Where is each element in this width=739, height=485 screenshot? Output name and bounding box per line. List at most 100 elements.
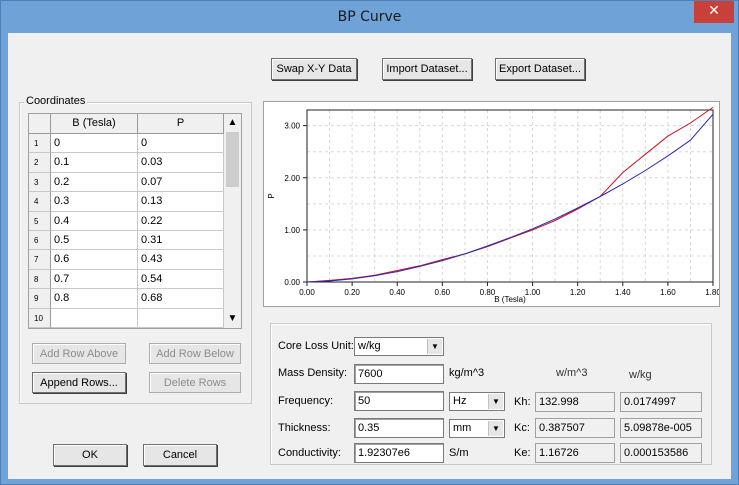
kh-wkg-value: 0.0174997: [620, 392, 702, 412]
cell-b[interactable]: 0.3: [51, 192, 138, 212]
ok-button[interactable]: OK: [53, 444, 127, 466]
bp-curve-window: BP Curve ✕ Swap X-Y Data Import Dataset.…: [0, 0, 739, 485]
cell-b[interactable]: 0.7: [51, 269, 138, 290]
conductivity-input[interactable]: 1.92307e6: [354, 443, 444, 463]
frequency-input[interactable]: 50: [354, 391, 444, 411]
cell-b[interactable]: 0.6: [51, 250, 138, 270]
column-label-wkg: w/kg: [629, 369, 652, 381]
mass-density-input[interactable]: 7600: [354, 364, 444, 384]
chevron-down-icon[interactable]: ▼: [488, 394, 503, 409]
x-tick-label: 0.00: [299, 288, 315, 297]
bp-curve-chart: 0.00 0.20 0.40 0.60 0.80 1.00 1.20 1.40 1.60 1.80…: [263, 101, 721, 307]
append-rows-button[interactable]: Append Rows...: [32, 372, 126, 393]
export-dataset-button[interactable]: Export Dataset...: [495, 58, 585, 80]
cell-b[interactable]: 0: [51, 134, 138, 154]
y-tick-label: 3.00: [284, 122, 300, 131]
x-tick-label: 1.60: [660, 288, 676, 297]
cell-b[interactable]: 0.5: [51, 231, 138, 251]
frequency-unit-value: Hz: [453, 395, 467, 407]
y-tick-label: 1.00: [284, 226, 300, 235]
x-tick-label: 0.40: [389, 288, 405, 297]
row-number[interactable]: 2: [29, 153, 51, 173]
core-loss-unit-select[interactable]: w/kg ▼: [354, 337, 444, 356]
y-tick-label: 2.00: [284, 174, 300, 183]
row-number[interactable]: 4: [29, 192, 51, 212]
cell-p[interactable]: 0.43: [138, 250, 224, 270]
dialog-client-area: Swap X-Y Data Import Dataset... Export D…: [8, 33, 731, 479]
cell-b[interactable]: 0.8: [51, 289, 138, 309]
table-scrollbar[interactable]: ▲ ▼: [224, 114, 241, 328]
ke-label: Ke:: [514, 447, 531, 459]
chevron-down-icon[interactable]: ▼: [488, 421, 503, 436]
cell-p[interactable]: [138, 308, 224, 328]
cell-p[interactable]: 0.07: [138, 172, 224, 193]
x-axis-label: B (Tesla): [494, 295, 526, 304]
cell-p[interactable]: 0.03: [138, 153, 224, 173]
chevron-down-icon[interactable]: ▼: [427, 339, 442, 354]
conductivity-label: Conductivity:: [278, 447, 341, 459]
row-number[interactable]: 9: [29, 289, 51, 309]
thickness-label: Thickness:: [278, 422, 331, 434]
kc-label: Kc:: [514, 422, 530, 434]
cancel-button[interactable]: Cancel: [143, 444, 217, 466]
cell-b[interactable]: [51, 308, 138, 328]
cell-b[interactable]: 0.4: [51, 211, 138, 231]
row-number[interactable]: 7: [29, 250, 51, 270]
conductivity-unit: S/m: [449, 447, 469, 459]
mass-density-unit: kg/m^3: [449, 367, 485, 379]
scroll-down-icon[interactable]: ▼: [224, 310, 241, 327]
cell-p[interactable]: 0.22: [138, 211, 224, 231]
window-title: BP Curve: [337, 9, 402, 25]
x-tick-label: 1.40: [615, 288, 631, 297]
add-row-below-button[interactable]: Add Row Below: [149, 343, 241, 364]
scroll-thumb[interactable]: [226, 132, 239, 187]
thickness-unit-select[interactable]: mm ▼: [449, 419, 505, 438]
x-tick-label: 1.80: [705, 288, 719, 297]
cell-b[interactable]: 0.1: [51, 153, 138, 173]
thickness-unit-value: mm: [453, 422, 472, 434]
cell-p[interactable]: 0.54: [138, 269, 224, 290]
row-number[interactable]: 3: [29, 172, 51, 193]
row-number[interactable]: 8: [29, 269, 51, 290]
scroll-up-icon[interactable]: ▲: [224, 114, 241, 131]
add-row-above-button[interactable]: Add Row Above: [32, 343, 126, 364]
y-tick-label: 0.00: [284, 278, 300, 287]
coordinates-table[interactable]: B (Tesla) P 1 0 0 2 0.1 0.03 3 0.2 0.07 4 0.3 0.13 5…: [28, 113, 242, 329]
core-loss-unit-value: w/kg: [358, 340, 381, 352]
row-number[interactable]: 6: [29, 231, 51, 251]
coordinates-group-label: Coordinates: [24, 95, 88, 107]
cell-p[interactable]: 0: [138, 134, 224, 154]
kc-wm3-value: 0.387507: [535, 418, 615, 438]
y-axis-label: P: [267, 193, 276, 198]
core-loss-unit-label: Core Loss Unit:: [278, 340, 354, 352]
row-number[interactable]: 1: [29, 134, 51, 154]
mass-density-label: Mass Density:: [278, 367, 348, 379]
x-tick-label: 1.00: [525, 288, 541, 297]
cell-b[interactable]: 0.2: [51, 172, 138, 193]
row-number[interactable]: 5: [29, 211, 51, 231]
swap-xy-button[interactable]: Swap X-Y Data: [271, 58, 357, 80]
frequency-unit-select[interactable]: Hz ▼: [449, 392, 505, 411]
x-tick-label: 0.60: [435, 288, 451, 297]
kh-label: Kh:: [514, 396, 531, 408]
kc-wkg-value: 5.09878e-005: [620, 418, 702, 438]
delete-rows-button[interactable]: Delete Rows: [149, 372, 241, 393]
import-dataset-button[interactable]: Import Dataset...: [382, 58, 472, 80]
x-tick-label: 1.20: [570, 288, 586, 297]
cell-p[interactable]: 0.13: [138, 192, 224, 212]
cell-p[interactable]: 0.31: [138, 231, 224, 251]
thickness-input[interactable]: 0.35: [354, 418, 444, 438]
column-label-wm3: w/m^3: [556, 367, 588, 379]
title-bar[interactable]: BP Curve ✕: [1, 1, 738, 33]
ke-wm3-value: 1.16726: [535, 443, 615, 463]
x-tick-label: 0.20: [344, 288, 360, 297]
column-header-b[interactable]: B (Tesla): [51, 114, 138, 134]
chart-canvas: 0.00 0.20 0.40 0.60 0.80 1.00 1.20 1.40 1.60 1.80…: [267, 106, 721, 304]
kh-wm3-value: 132.998: [535, 392, 615, 412]
frequency-label: Frequency:: [278, 395, 334, 407]
cell-p[interactable]: 0.68: [138, 289, 224, 309]
close-button[interactable]: ✕: [694, 1, 734, 23]
row-number[interactable]: 10: [29, 308, 51, 328]
column-header-p[interactable]: P: [138, 114, 224, 134]
ke-wkg-value: 0.000153586: [620, 443, 702, 463]
